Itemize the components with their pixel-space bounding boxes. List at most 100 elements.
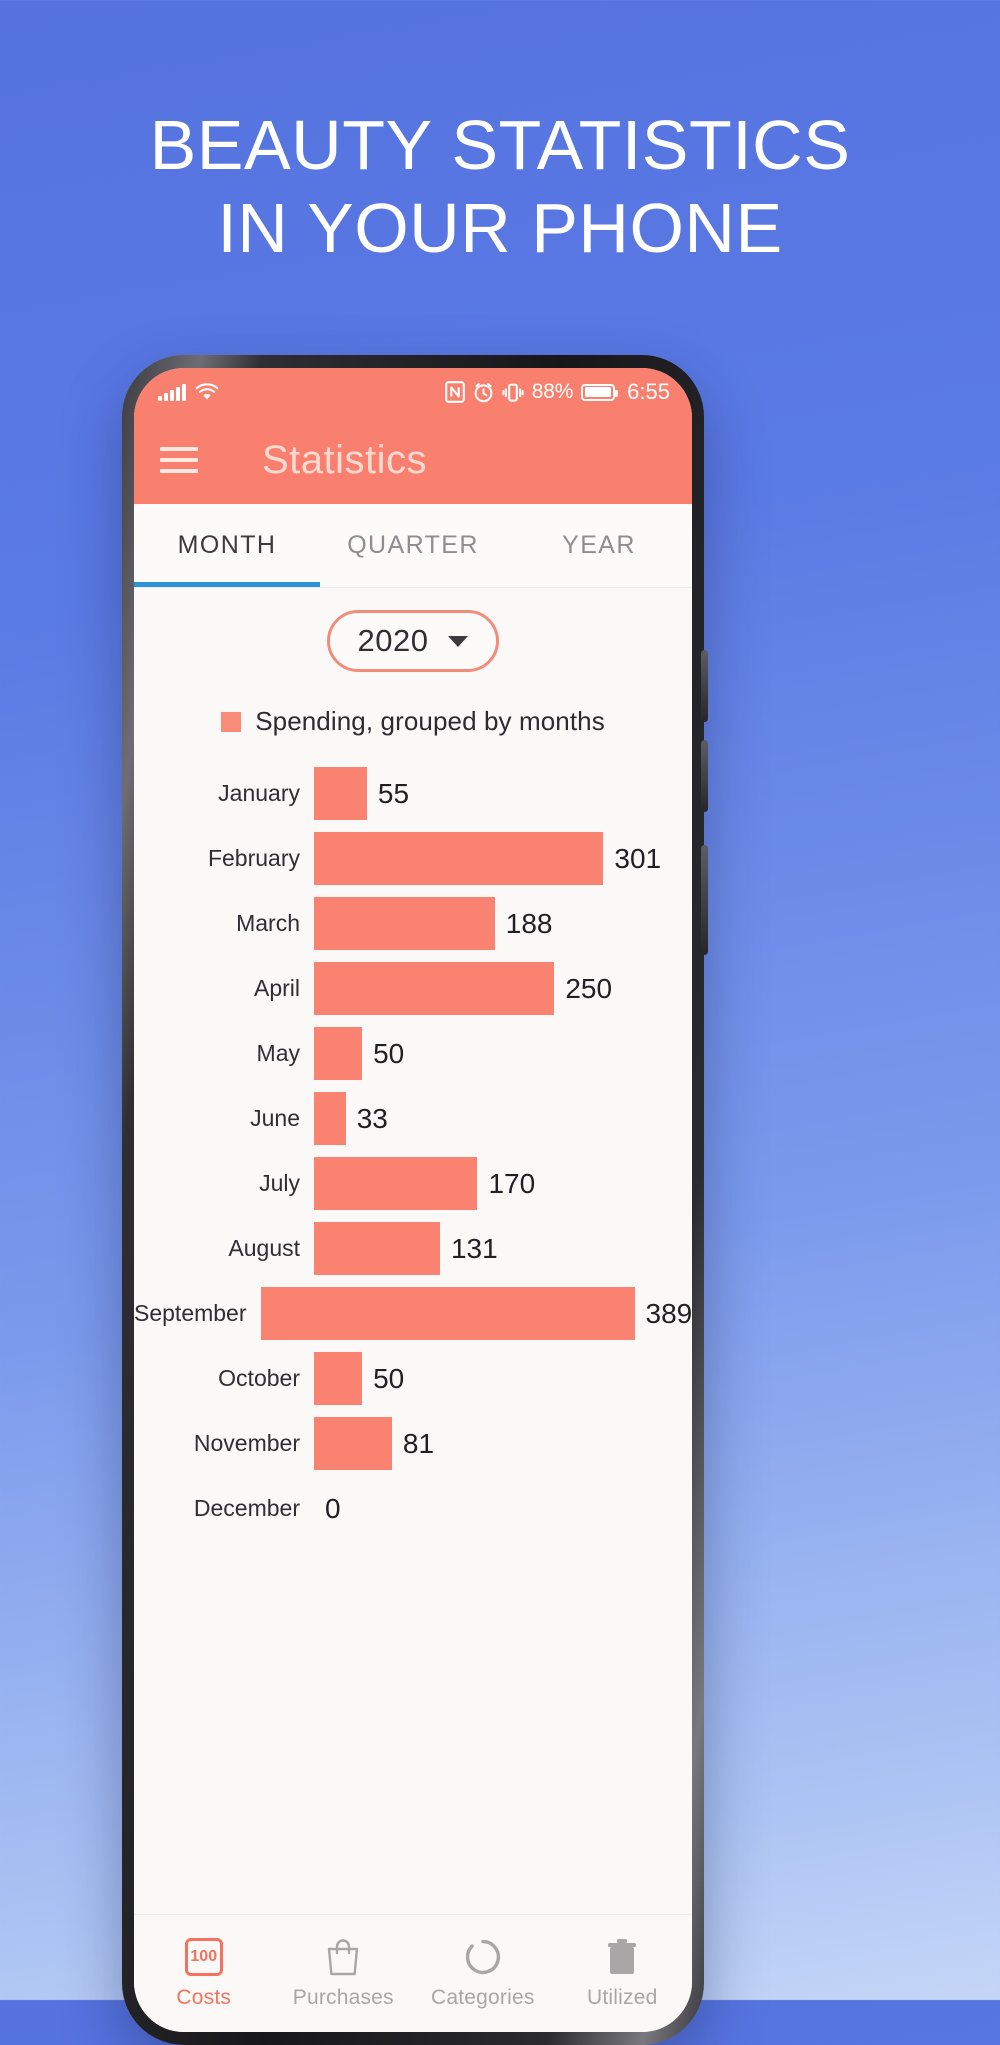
bar-value-label: 50: [373, 1037, 405, 1069]
bar-row: August 131: [134, 1216, 688, 1281]
bar-row: July 170: [134, 1151, 688, 1216]
bar-row: January 55: [134, 761, 688, 826]
status-clock: 6:55: [627, 379, 670, 404]
bar-row: February 301: [134, 826, 688, 891]
wifi-icon: [195, 383, 219, 401]
hamburger-menu-icon[interactable]: [160, 447, 198, 473]
nav-item-categories[interactable]: Categories: [413, 1937, 553, 2010]
bar-track: 0: [314, 1482, 688, 1535]
nav-item-costs[interactable]: 100 Costs: [134, 1937, 274, 2010]
bar-row: December 0: [134, 1476, 688, 1541]
bar-value-label: 389: [645, 1297, 692, 1329]
bottom-navigation: 100 Costs Purchases Categories Utilized: [134, 1914, 692, 2032]
bar-row: March 188: [134, 891, 688, 956]
app-bar: Statistics: [134, 416, 692, 504]
bar-category-label: May: [256, 1040, 300, 1066]
bar-row: September 389: [134, 1281, 692, 1346]
bar-fill: [314, 832, 604, 885]
chevron-down-icon: [448, 635, 469, 647]
status-bar-right: 88% 6:55: [444, 379, 670, 405]
tab-year[interactable]: YEAR: [506, 504, 692, 587]
bar-value-label: 81: [402, 1427, 435, 1459]
bar-row: April 250: [134, 956, 688, 1021]
bar-value-label: 131: [450, 1232, 498, 1264]
bar-fill: [314, 962, 555, 1015]
tab-quarter[interactable]: QUARTER: [320, 504, 506, 587]
bar-fill: [314, 1417, 392, 1470]
bar-value-label: 170: [488, 1167, 536, 1199]
bar-track: 389: [260, 1287, 692, 1340]
bar-category-label: March: [236, 910, 300, 936]
bar-row: May 50: [134, 1021, 688, 1086]
status-bar-left: [158, 383, 219, 401]
nav-item-purchases[interactable]: Purchases: [274, 1937, 414, 2010]
headline-line-1: BEAUTY STATISTICS: [149, 106, 851, 184]
bar-category-label: August: [228, 1235, 300, 1261]
poster-headline: BEAUTY STATISTICS IN YOUR PHONE: [0, 104, 1000, 270]
bar-fill: [260, 1287, 635, 1340]
bar-row: June 33: [134, 1086, 688, 1151]
bar-fill: [314, 767, 367, 820]
bar-value-label: 250: [565, 972, 613, 1004]
trash-icon: [605, 1937, 639, 1977]
bar-row: October 50: [134, 1346, 688, 1411]
bar-fill: [314, 1027, 363, 1080]
vibrate-icon: [502, 382, 524, 403]
battery-icon: [581, 383, 619, 401]
bar-track: 170: [314, 1157, 688, 1210]
bar-fill: [314, 1092, 346, 1145]
tab-month-label: MONTH: [177, 531, 277, 559]
tab-month[interactable]: MONTH: [134, 504, 320, 587]
bar-category-label: June: [250, 1105, 300, 1131]
bar-track: 50: [314, 1352, 688, 1405]
costs-badge-icon: 100: [184, 1937, 223, 1977]
status-bar: 88% 6:55: [134, 368, 692, 416]
bar-value-label: 33: [356, 1102, 388, 1134]
bar-category-label: November: [193, 1430, 300, 1456]
headline-line-2: IN YOUR PHONE: [217, 189, 783, 267]
legend-label: Spending, grouped by months: [255, 706, 605, 736]
nav-item-utilized[interactable]: Utilized: [553, 1937, 693, 2010]
bar-category-label: July: [259, 1170, 300, 1196]
battery-percent-label: 88%: [531, 380, 574, 403]
bar-value-label: 50: [373, 1362, 405, 1394]
nfc-icon: [444, 381, 465, 403]
phone-mockup: 88% 6:55 Statistics MONTH QUARTER YEAR 2…: [122, 355, 708, 2045]
volume-down-button[interactable]: [701, 740, 708, 812]
volume-up-button[interactable]: [701, 650, 708, 722]
year-select-wrapper: 2020: [134, 610, 692, 672]
nav-label-purchases: Purchases: [292, 1986, 394, 2009]
power-button[interactable]: [701, 845, 708, 955]
alarm-clock-icon: [473, 382, 494, 403]
bar-fill: [314, 897, 495, 950]
year-select-value: 2020: [357, 623, 429, 658]
bar-value-label: 301: [614, 842, 662, 874]
bar-track: 50: [314, 1027, 688, 1080]
phone-screen: 88% 6:55 Statistics MONTH QUARTER YEAR 2…: [134, 368, 692, 2032]
bar-category-label: October: [218, 1365, 300, 1391]
legend-swatch: [221, 711, 242, 732]
year-select-dropdown[interactable]: 2020: [327, 610, 499, 672]
bar-track: 250: [314, 962, 688, 1015]
tab-bar: MONTH QUARTER YEAR: [134, 504, 692, 588]
content-area: 2020 Spending, grouped by months January…: [134, 588, 692, 1914]
bar-track: 131: [314, 1222, 688, 1275]
bar-fill: [314, 1157, 478, 1210]
costs-badge-value: 100: [184, 1938, 223, 1976]
nav-label-categories: Categories: [430, 1986, 535, 2009]
bar-track: 55: [314, 767, 688, 820]
bar-value-label: 188: [505, 907, 553, 939]
tab-year-label: YEAR: [562, 531, 636, 559]
nav-label-utilized: Utilized: [587, 1986, 658, 2009]
bar-track: 81: [314, 1417, 688, 1470]
shopping-bag-icon: [325, 1937, 361, 1977]
chart-legend: Spending, grouped by months: [134, 706, 692, 737]
bar-category-label: December: [193, 1495, 300, 1521]
bar-category-label: January: [218, 780, 300, 806]
circle-outline-icon: [464, 1937, 502, 1977]
bar-category-label: September: [134, 1300, 247, 1326]
cellular-signal-icon: [158, 384, 186, 401]
bar-fill: [314, 1222, 440, 1275]
bar-category-label: April: [253, 975, 300, 1001]
bar-track: 301: [314, 832, 688, 885]
